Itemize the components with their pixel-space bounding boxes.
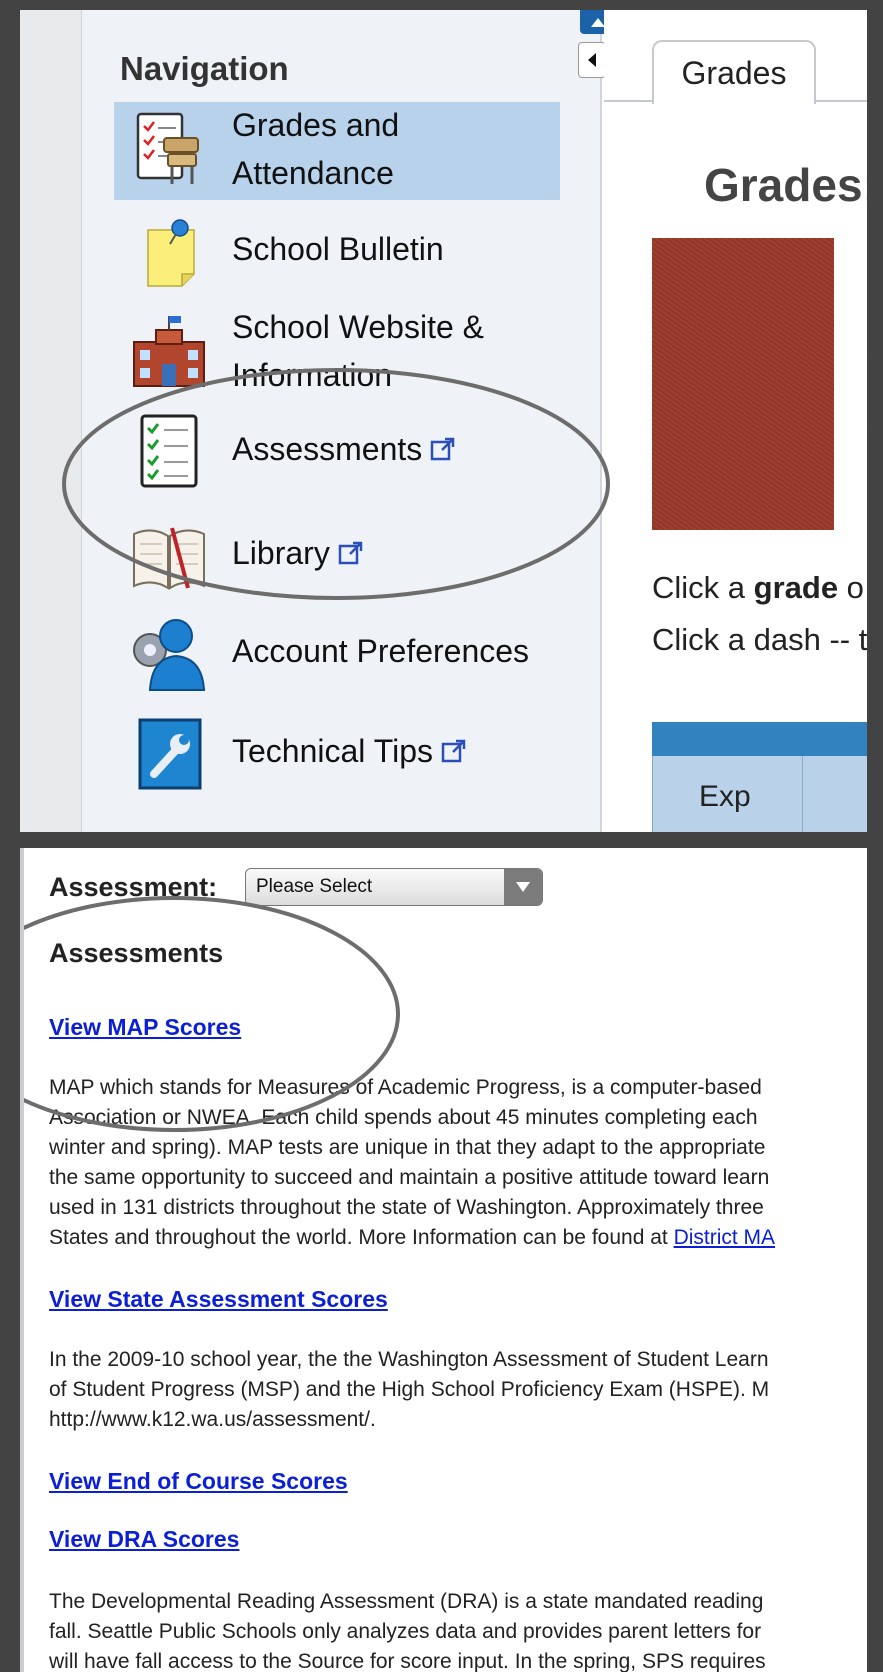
nav-label-assessments: Assessments <box>232 424 456 475</box>
assessment-select-label: Assessment: <box>49 872 218 902</box>
nav-label-grades-line2: Attendance <box>232 155 394 191</box>
nav-item-library[interactable]: Library <box>114 514 560 596</box>
assessment-checklist-icon <box>134 412 206 490</box>
chevron-down-icon <box>504 869 542 905</box>
library-book-icon <box>128 516 210 594</box>
view-map-scores-link[interactable]: View MAP Scores <box>49 1014 241 1041</box>
map-description-line: used in 131 districts throughout the sta… <box>49 1196 764 1219</box>
help-text-line-2: Click a dash -- t <box>652 622 867 657</box>
collapse-sidebar-button[interactable] <box>578 42 606 78</box>
nav-item-school-website[interactable]: School Website & Information <box>114 304 560 402</box>
state-description-line: http://www.k12.wa.us/assessment/. <box>49 1408 376 1431</box>
bottom-screenshot-panel: Assessment: Please Select Assessments Vi… <box>20 848 867 1672</box>
nav-item-assessments[interactable]: Assessments <box>114 410 560 492</box>
state-description-line: of Student Progress (MSP) and the High S… <box>49 1378 770 1401</box>
assessments-heading: Assessments <box>49 938 224 968</box>
page-title: Grades: <box>704 159 867 211</box>
bulletin-note-icon <box>134 216 206 294</box>
state-description-line: In the 2009-10 school year, the the Wash… <box>49 1348 769 1371</box>
view-end-of-course-scores-link[interactable]: View End of Course Scores <box>49 1468 348 1495</box>
tab-grades[interactable]: Grades <box>652 40 816 104</box>
external-link-icon <box>338 540 364 566</box>
grades-content-panel: Grades Grades: S S Click a grade o Click… <box>604 10 867 832</box>
nav-label-library: Library <box>232 528 364 579</box>
nav-label-school-website-line1: School Website & <box>232 309 484 345</box>
nav-label-account-preferences: Account Preferences <box>232 633 530 669</box>
chevron-left-icon <box>588 53 596 67</box>
table-column-divider <box>802 756 803 832</box>
nav-item-school-bulletin[interactable]: School Bulletin <box>114 216 560 294</box>
map-description-line: winter and spring). MAP tests are unique… <box>49 1136 766 1159</box>
dra-description-line: will have fall access to the Source for … <box>49 1650 766 1672</box>
tab-strip: Grades <box>604 10 867 104</box>
grades-attendance-icon <box>134 110 206 188</box>
district-map-link[interactable]: District MA <box>674 1226 776 1249</box>
assessment-select-value: Please Select <box>256 876 373 897</box>
nav-item-account-preferences[interactable]: Account Preferences <box>114 612 560 694</box>
view-state-assessment-scores-link[interactable]: View State Assessment Scores <box>49 1286 388 1313</box>
grades-table-header <box>652 722 867 756</box>
map-description-line: the same opportunity to succeed and main… <box>49 1166 770 1189</box>
wrench-icon <box>134 714 206 792</box>
table-column-exp: Exp <box>699 780 751 813</box>
student-photo-redacted <box>652 238 834 530</box>
nav-item-grades-attendance[interactable]: Grades and Attendance <box>114 102 560 200</box>
nav-label-technical-tips: Technical Tips <box>232 726 467 777</box>
dra-description-line: fall. Seattle Public Schools only analyz… <box>49 1620 762 1643</box>
view-dra-scores-link[interactable]: View DRA Scores <box>49 1526 239 1553</box>
sidebar-gutter <box>20 10 82 832</box>
map-description-line: Association or NWEA. Each child spends a… <box>49 1106 758 1129</box>
nav-item-technical-tips[interactable]: Technical Tips <box>114 712 560 796</box>
grades-table-subheader: Exp <box>652 756 867 832</box>
dra-description-line: The Developmental Reading Assessment (DR… <box>49 1590 764 1613</box>
account-user-icon <box>128 614 210 692</box>
external-link-icon <box>430 436 456 462</box>
nav-label-school-website-line2: Information <box>232 357 393 393</box>
school-building-icon <box>128 314 210 392</box>
student-field-label-1: S <box>866 336 867 370</box>
navigation-heading: Navigation <box>120 50 289 87</box>
map-description-line: States and throughout the world. More In… <box>49 1226 776 1249</box>
nav-label-grades-line1: Grades and <box>232 107 400 143</box>
assessment-select[interactable]: Please Select <box>245 868 543 906</box>
student-field-label-2: S <box>866 408 867 442</box>
external-link-icon <box>441 738 467 764</box>
navigation-panel: Navigation Grades and Attendance School … <box>82 10 602 832</box>
nav-label-school-bulletin: School Bulletin <box>232 231 444 267</box>
map-description-line: MAP which stands for Measures of Academi… <box>49 1076 762 1099</box>
help-text-line-1: Click a grade o <box>652 570 864 605</box>
top-screenshot-panel: Navigation Grades and Attendance School … <box>20 10 867 832</box>
